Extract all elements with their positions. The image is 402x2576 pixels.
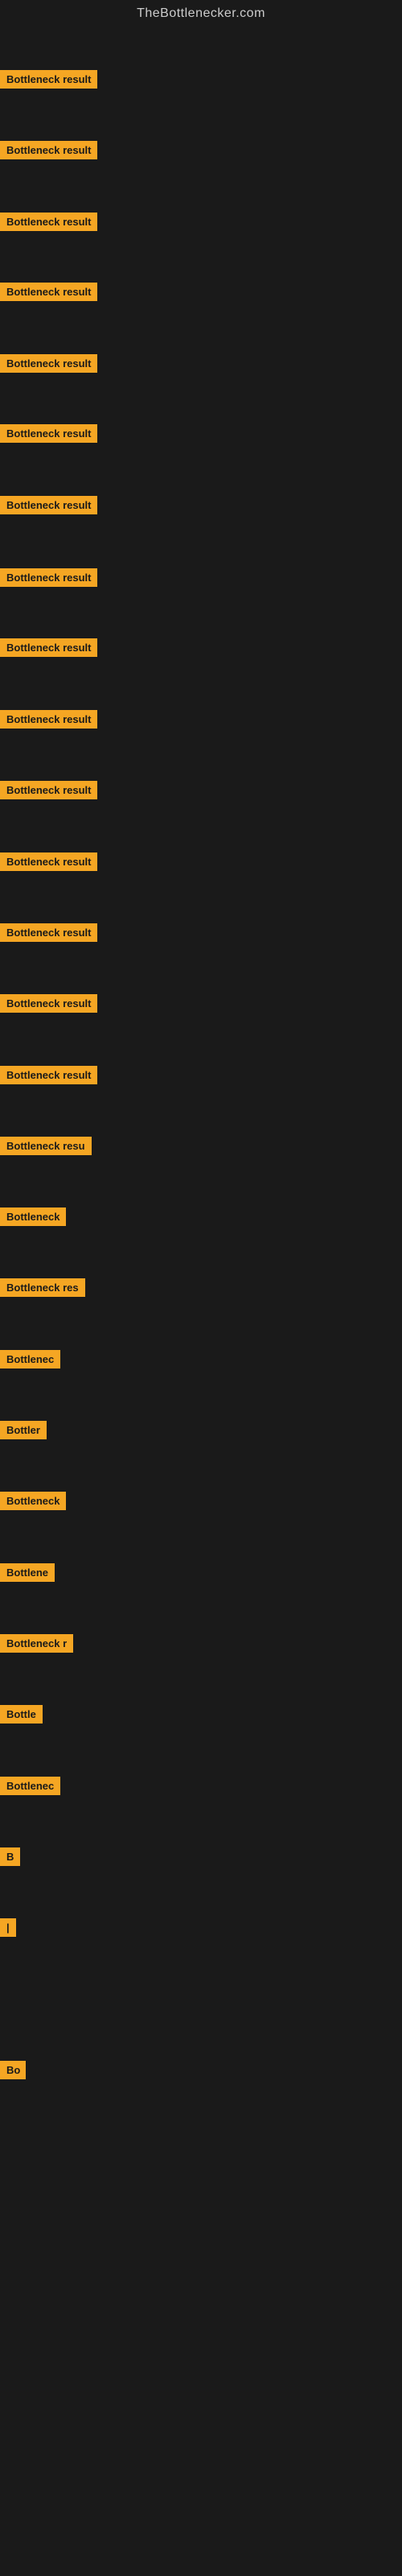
list-item: Bottleneck result (0, 923, 97, 946)
list-item: Bottleneck result (0, 141, 97, 163)
bottleneck-result-badge[interactable]: Bottlene (0, 1563, 55, 1582)
list-item: | (0, 1918, 16, 1941)
list-item: Bottleneck result (0, 638, 97, 661)
list-item: Bottleneck resu (0, 1137, 92, 1159)
bottleneck-result-badge[interactable]: Bottleneck result (0, 923, 97, 942)
bottleneck-result-badge[interactable]: Bottler (0, 1421, 47, 1439)
list-item: Bottleneck result (0, 424, 97, 447)
list-item: Bottleneck (0, 1208, 66, 1230)
list-item: Bottleneck result (0, 283, 97, 305)
bottleneck-result-badge[interactable]: Bottlenec (0, 1350, 60, 1368)
bottleneck-result-badge[interactable]: Bottle (0, 1705, 43, 1724)
list-item: Bottleneck result (0, 994, 97, 1017)
bottleneck-result-badge[interactable]: Bottleneck result (0, 1066, 97, 1084)
list-item: Bottler (0, 1421, 47, 1443)
bottleneck-result-badge[interactable]: Bottleneck res (0, 1278, 85, 1297)
list-item: Bottleneck r (0, 1634, 73, 1657)
list-item: Bottle (0, 1705, 43, 1728)
bottleneck-result-badge[interactable]: Bottleneck result (0, 568, 97, 587)
list-item: Bottleneck res (0, 1278, 85, 1301)
bottleneck-result-badge[interactable]: Bottleneck result (0, 781, 97, 799)
list-item: Bottleneck (0, 1492, 66, 1514)
list-item: Bottleneck result (0, 852, 97, 875)
list-item: Bo (0, 2061, 26, 2083)
list-item: Bottlene (0, 1563, 55, 1586)
bottleneck-result-badge[interactable]: Bottleneck result (0, 852, 97, 871)
bottleneck-result-badge[interactable]: Bottleneck result (0, 638, 97, 657)
bottleneck-result-badge[interactable]: Bottleneck resu (0, 1137, 92, 1155)
list-item: Bottleneck result (0, 354, 97, 377)
bottleneck-result-badge[interactable]: Bottleneck (0, 1492, 66, 1510)
list-item: Bottleneck result (0, 781, 97, 803)
bottleneck-result-badge[interactable]: Bottleneck r (0, 1634, 73, 1653)
bottleneck-result-badge[interactable]: Bottleneck result (0, 141, 97, 159)
list-item: Bottlenec (0, 1350, 60, 1373)
bottleneck-result-badge[interactable]: Bottleneck result (0, 424, 97, 443)
bottleneck-result-badge[interactable]: Bo (0, 2061, 26, 2079)
bottleneck-result-badge[interactable]: Bottleneck result (0, 213, 97, 231)
bottleneck-result-badge[interactable]: Bottleneck result (0, 283, 97, 301)
bottleneck-result-badge[interactable]: Bottlenec (0, 1777, 60, 1795)
list-item: Bottleneck result (0, 496, 97, 518)
bottleneck-result-badge[interactable]: | (0, 1918, 16, 1937)
list-item: B (0, 1847, 20, 1870)
site-title: TheBottlenecker.com (0, 0, 402, 24)
bottleneck-result-badge[interactable]: Bottleneck result (0, 70, 97, 89)
list-item: Bottleneck result (0, 1066, 97, 1088)
bottleneck-result-badge[interactable]: Bottleneck result (0, 354, 97, 373)
list-item: Bottleneck result (0, 213, 97, 235)
bottleneck-result-badge[interactable]: Bottleneck result (0, 710, 97, 729)
bottleneck-result-badge[interactable]: B (0, 1847, 20, 1866)
list-item: Bottleneck result (0, 710, 97, 733)
bottleneck-result-badge[interactable]: Bottleneck result (0, 994, 97, 1013)
list-item: Bottleneck result (0, 568, 97, 591)
bottleneck-result-badge[interactable]: Bottleneck result (0, 496, 97, 514)
list-item: Bottleneck result (0, 70, 97, 93)
list-item: Bottlenec (0, 1777, 60, 1799)
bottleneck-result-badge[interactable]: Bottleneck (0, 1208, 66, 1226)
